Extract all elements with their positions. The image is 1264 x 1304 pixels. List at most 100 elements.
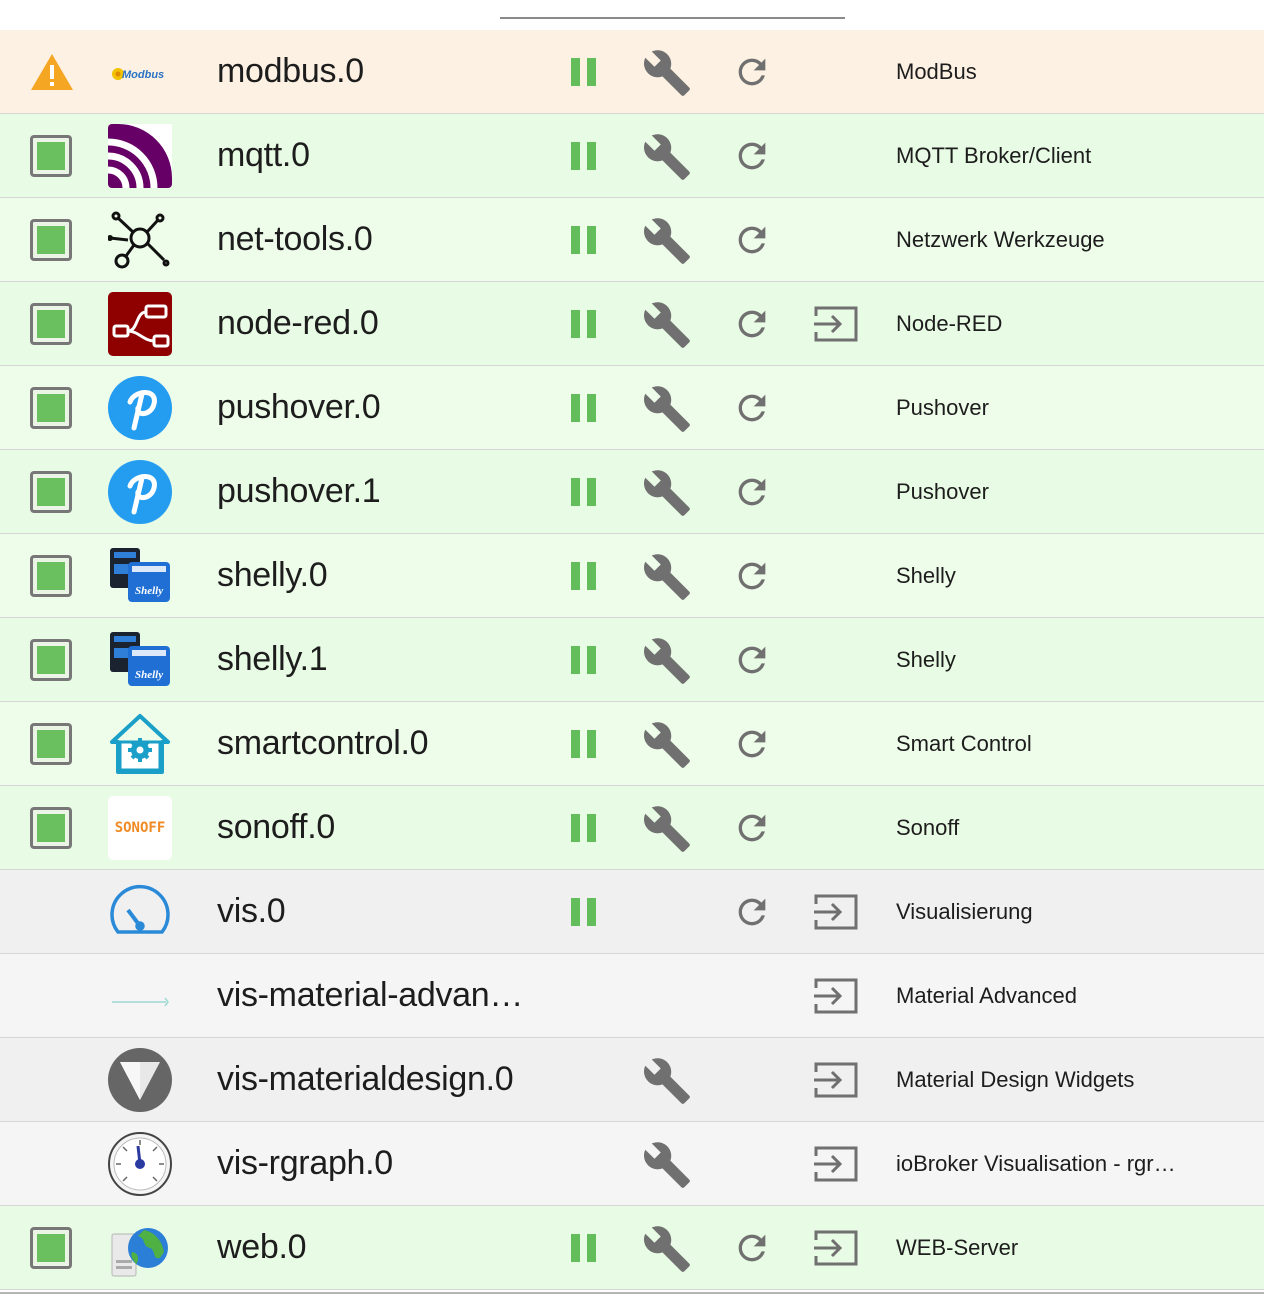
pause-button[interactable]: [570, 58, 598, 86]
open-web-icon[interactable]: [812, 1228, 860, 1268]
pause-button[interactable]: [570, 646, 598, 674]
pause-button[interactable]: [570, 730, 598, 758]
warning-triangle-icon: [30, 52, 73, 94]
restart-icon[interactable]: [732, 304, 772, 344]
instance-row[interactable]: node-red.0 Node-RED: [0, 282, 1264, 366]
instance-name: vis-rgraph.0: [217, 1144, 393, 1182]
instance-title: MQTT Broker/Client: [896, 143, 1092, 168]
instance-row[interactable]: vis.0 Visualisierung: [0, 870, 1264, 954]
instance-row[interactable]: vis-rgraph.0 ioBroker Visualisation - rg…: [0, 1122, 1264, 1206]
open-web-icon[interactable]: [812, 976, 860, 1016]
instance-title: ioBroker Visualisation - rgr…: [896, 1151, 1176, 1176]
instance-row[interactable]: pushover.0 Pushover: [0, 366, 1264, 450]
settings-wrench-icon[interactable]: [642, 1056, 692, 1106]
instance-title: Material Design Widgets: [896, 1067, 1135, 1092]
top-area: [0, 0, 1264, 30]
settings-wrench-icon[interactable]: [642, 804, 692, 854]
instance-row[interactable]: smartcontrol.0 Smart Control: [0, 702, 1264, 786]
adapter-logo-modbus-icon: Modbus: [108, 40, 172, 104]
settings-wrench-icon[interactable]: [642, 384, 692, 434]
instance-name: pushover.0: [217, 388, 381, 426]
instance-row[interactable]: vis-material-advan… Material Advanced: [0, 954, 1264, 1038]
settings-wrench-icon[interactable]: [642, 300, 692, 350]
running-status-icon: [30, 1227, 72, 1269]
settings-wrench-icon[interactable]: [642, 216, 692, 266]
settings-wrench-icon[interactable]: [642, 636, 692, 686]
restart-icon[interactable]: [732, 136, 772, 176]
svg-text:Shelly: Shelly: [135, 669, 163, 681]
instance-row[interactable]: web.0 WEB-Server: [0, 1206, 1264, 1290]
instance-row[interactable]: Shelly shelly.1 Shelly: [0, 618, 1264, 702]
settings-wrench-icon[interactable]: [642, 132, 692, 182]
instance-name: shelly.1: [217, 640, 328, 678]
settings-wrench-icon[interactable]: [642, 1140, 692, 1190]
adapter-logo-pushover-icon: [108, 460, 172, 524]
instance-row[interactable]: Modbus modbus.0 ModBus: [0, 30, 1264, 114]
instance-title: Pushover: [896, 395, 989, 420]
settings-wrench-icon[interactable]: [642, 48, 692, 98]
adapter-logo-vis-rgraph-icon: [108, 1132, 172, 1196]
restart-icon[interactable]: [732, 1228, 772, 1268]
instance-row[interactable]: pushover.1 Pushover: [0, 450, 1264, 534]
instance-name: mqtt.0: [217, 136, 310, 174]
settings-wrench-icon[interactable]: [642, 720, 692, 770]
pause-button[interactable]: [570, 310, 598, 338]
pause-button[interactable]: [570, 814, 598, 842]
pause-button[interactable]: [570, 1234, 598, 1262]
settings-wrench-icon[interactable]: [642, 468, 692, 518]
running-status-icon: [30, 303, 72, 345]
instance-row[interactable]: Shelly shelly.0 Shelly: [0, 534, 1264, 618]
restart-icon[interactable]: [732, 52, 772, 92]
settings-wrench-icon[interactable]: [642, 552, 692, 602]
adapter-logo-shelly-icon: Shelly: [108, 544, 172, 608]
instance-title: Pushover: [896, 479, 989, 504]
restart-icon[interactable]: [732, 892, 772, 932]
adapter-logo-sonoff-icon: SONOFF: [108, 796, 172, 860]
instance-title: Visualisierung: [896, 899, 1033, 924]
restart-icon[interactable]: [732, 724, 772, 764]
instance-name: vis.0: [217, 892, 286, 930]
instance-row[interactable]: net-tools.0 Netzwerk Werkzeuge: [0, 198, 1264, 282]
open-web-icon[interactable]: [812, 892, 860, 932]
running-status-icon: [30, 135, 72, 177]
pause-button[interactable]: [570, 898, 598, 926]
adapter-logo-smartcontrol-icon: [108, 712, 172, 776]
instance-name: shelly.0: [217, 556, 328, 594]
restart-icon[interactable]: [732, 388, 772, 428]
pause-button[interactable]: [570, 394, 598, 422]
running-status-icon: [30, 219, 72, 261]
restart-icon[interactable]: [732, 472, 772, 512]
instance-name: sonoff.0: [217, 808, 335, 846]
instance-name: web.0: [217, 1228, 307, 1266]
instance-name: vis-material-advan…: [217, 976, 524, 1014]
instance-row[interactable]: mqtt.0 MQTT Broker/Client: [0, 114, 1264, 198]
pause-button[interactable]: [570, 562, 598, 590]
pause-button[interactable]: [570, 226, 598, 254]
instance-row[interactable]: SONOFF sonoff.0 Sonoff: [0, 786, 1264, 870]
pause-button[interactable]: [570, 478, 598, 506]
instance-title: Shelly: [896, 563, 956, 588]
instance-title: ModBus: [896, 59, 977, 84]
instance-name: smartcontrol.0: [217, 724, 429, 762]
open-web-icon[interactable]: [812, 304, 860, 344]
restart-icon[interactable]: [732, 640, 772, 680]
adapter-logo-vis-material-advanced-icon: [108, 964, 172, 1028]
instance-name: vis-materialdesign.0: [217, 1060, 514, 1098]
pause-button[interactable]: [570, 142, 598, 170]
instance-title: Material Advanced: [896, 983, 1077, 1008]
restart-icon[interactable]: [732, 808, 772, 848]
instance-row[interactable]: vis-materialdesign.0 Material Design Wid…: [0, 1038, 1264, 1122]
open-web-icon[interactable]: [812, 1060, 860, 1100]
running-status-icon: [30, 639, 72, 681]
running-status-icon: [30, 387, 72, 429]
restart-icon[interactable]: [732, 556, 772, 596]
adapter-logo-vis-icon: [108, 880, 172, 944]
instance-name: modbus.0: [217, 52, 364, 90]
adapter-logo-net-tools-icon: [107, 208, 172, 272]
settings-wrench-icon[interactable]: [642, 1224, 692, 1274]
running-status-icon: [30, 723, 72, 765]
instance-title: Sonoff: [896, 815, 960, 840]
restart-icon[interactable]: [732, 220, 772, 260]
open-web-icon[interactable]: [812, 1144, 860, 1184]
instance-name: pushover.1: [217, 472, 381, 510]
